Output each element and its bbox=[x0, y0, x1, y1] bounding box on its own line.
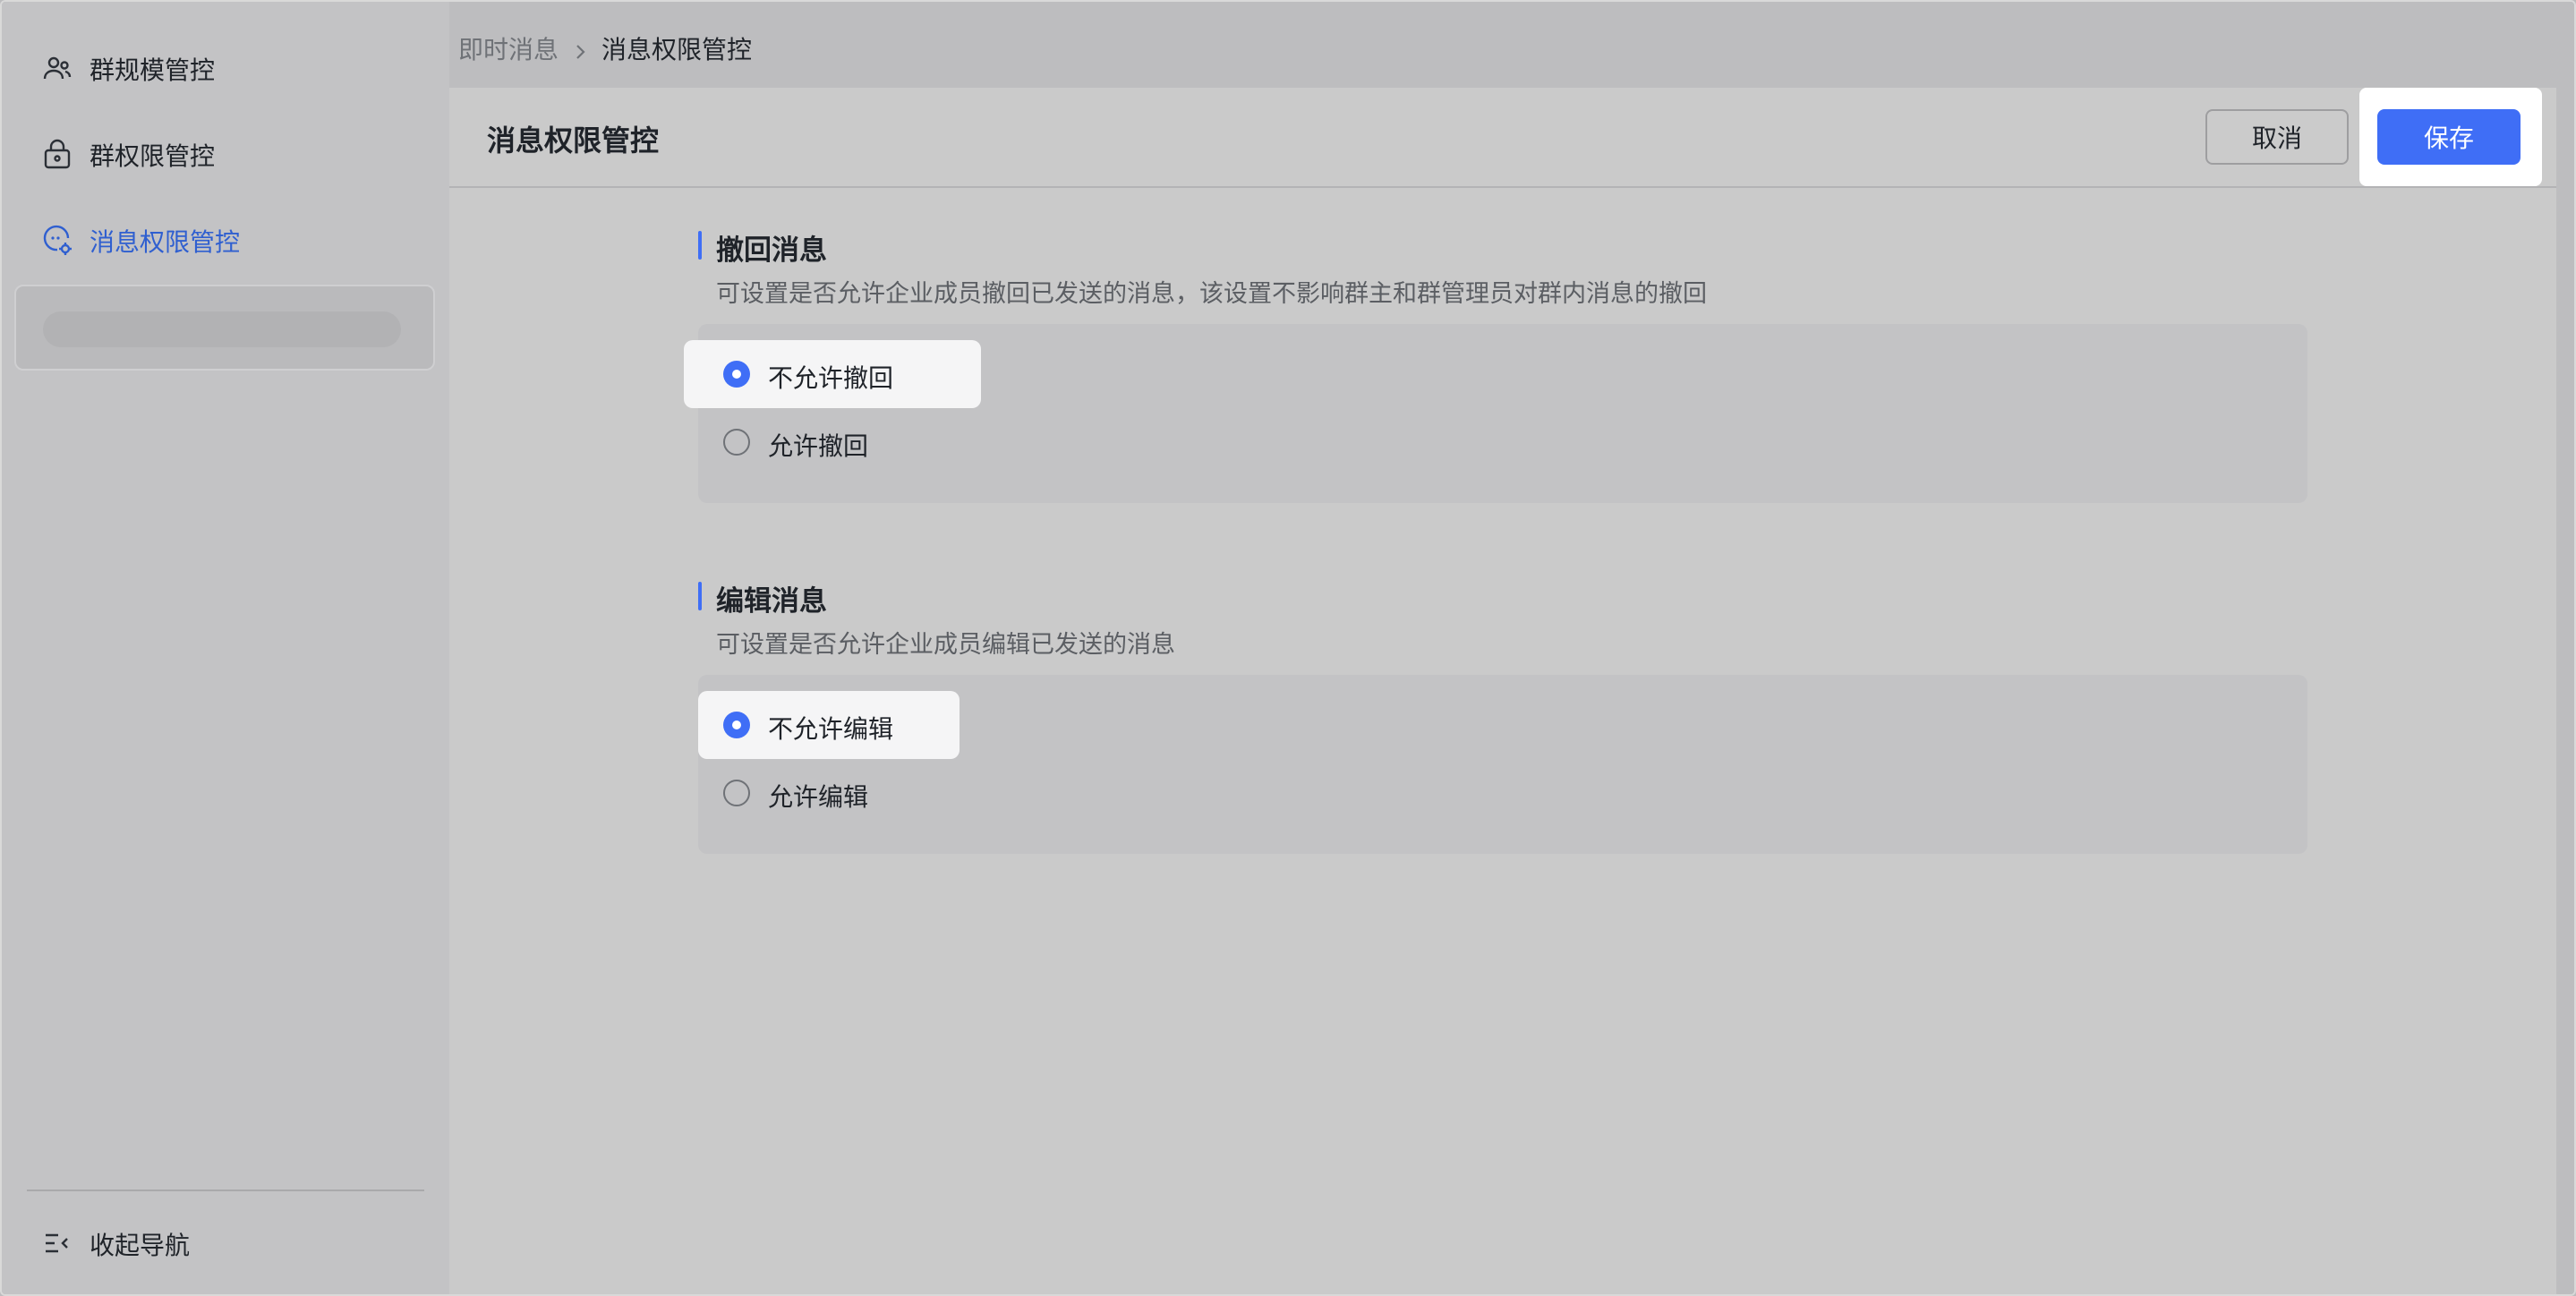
settings-panel: 消息权限管控 取消 保存 撤回消息 可设置是否允许企业成员撤回已发送的消息，该设… bbox=[449, 88, 2556, 1294]
sidebar-item-message-permission[interactable]: 消息权限管控 bbox=[14, 206, 435, 276]
blurred-content bbox=[43, 311, 401, 347]
radio-unchecked-icon[interactable] bbox=[723, 780, 750, 806]
sidebar-item-label: 群权限管控 bbox=[90, 141, 216, 171]
radio-option-disallow-edit[interactable]: 不允许编辑 bbox=[698, 691, 960, 759]
sidebar: 群规模管控 群权限管控 消息权限管控 收起导航 bbox=[2, 2, 449, 1294]
radio-unchecked-icon[interactable] bbox=[723, 429, 750, 456]
radio-label: 不允许编辑 bbox=[768, 714, 894, 744]
sidebar-divider bbox=[27, 1189, 424, 1191]
sidebar-item-label: 消息权限管控 bbox=[90, 227, 241, 257]
radio-checked-icon[interactable] bbox=[723, 361, 750, 388]
section-description-recall: 可设置是否允许企业成员撤回已发送的消息，该设置不影响群主和群管理员对群内消息的撤… bbox=[716, 280, 1707, 308]
panel-header: 消息权限管控 取消 保存 bbox=[449, 88, 2556, 188]
breadcrumb: 即时消息 消息权限管控 bbox=[458, 30, 752, 66]
message-settings-icon bbox=[41, 225, 73, 257]
radio-option-allow-recall[interactable]: 允许撤回 bbox=[698, 408, 995, 476]
breadcrumb-parent-link[interactable]: 即时消息 bbox=[458, 30, 559, 66]
radio-label: 允许编辑 bbox=[768, 782, 869, 812]
radio-label: 不允许撤回 bbox=[768, 363, 894, 393]
radio-option-allow-edit[interactable]: 允许编辑 bbox=[698, 759, 960, 827]
page-title: 消息权限管控 bbox=[487, 124, 660, 158]
radio-checked-icon[interactable] bbox=[723, 712, 750, 738]
lock-icon bbox=[41, 139, 73, 171]
collapse-nav-button[interactable]: 收起导航 bbox=[14, 1208, 435, 1278]
sidebar-item-label: 群规模管控 bbox=[90, 55, 216, 85]
radio-option-disallow-recall[interactable]: 不允许撤回 bbox=[684, 340, 981, 408]
sidebar-item-group-scale[interactable]: 群规模管控 bbox=[14, 34, 435, 104]
chevron-right-icon bbox=[573, 38, 587, 59]
recall-options: 不允许撤回 允许撤回 bbox=[684, 324, 2307, 503]
section-title-edit: 编辑消息 bbox=[698, 578, 827, 618]
edit-options: 不允许编辑 允许编辑 bbox=[698, 675, 2307, 854]
collapse-nav-icon bbox=[41, 1228, 72, 1258]
group-users-icon bbox=[41, 53, 73, 85]
radio-label: 允许撤回 bbox=[768, 431, 869, 461]
save-button[interactable]: 保存 bbox=[2377, 109, 2521, 165]
section-title-recall: 撤回消息 bbox=[698, 227, 827, 268]
section-description-edit: 可设置是否允许企业成员编辑已发送的消息 bbox=[716, 631, 1175, 659]
sidebar-item-blurred[interactable] bbox=[14, 285, 435, 371]
cancel-button[interactable]: 取消 bbox=[2205, 109, 2349, 165]
sidebar-item-group-permission[interactable]: 群权限管控 bbox=[14, 120, 435, 190]
app-window: 群规模管控 群权限管控 消息权限管控 收起导航 即时消息 消息权限管控 消息权限… bbox=[0, 0, 2576, 1296]
collapse-nav-label: 收起导航 bbox=[90, 1231, 191, 1260]
breadcrumb-current: 消息权限管控 bbox=[601, 35, 753, 64]
main-content: 即时消息 消息权限管控 消息权限管控 取消 保存 撤回消息 可设置是否允许企业成… bbox=[449, 2, 2574, 1294]
